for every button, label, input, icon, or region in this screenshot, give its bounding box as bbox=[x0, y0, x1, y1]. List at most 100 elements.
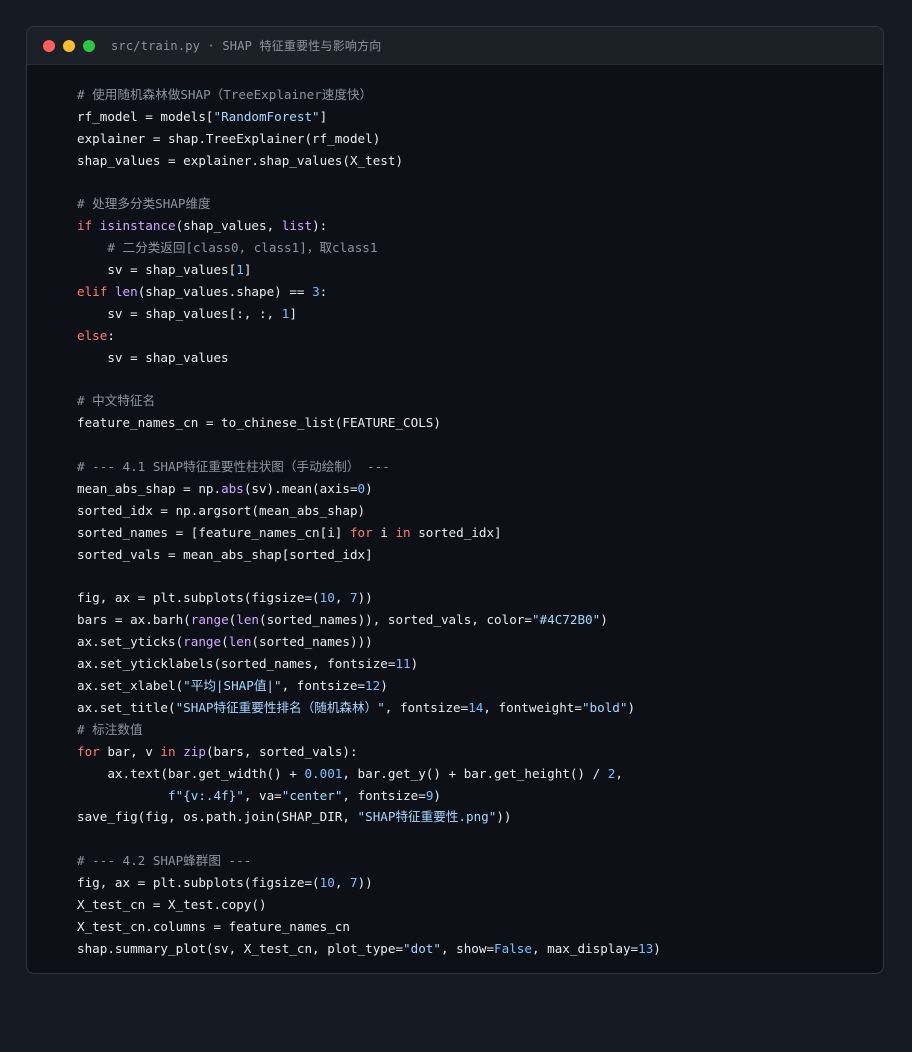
code-line: ax.text(bar.get_width() + 0.001, bar.get… bbox=[77, 763, 661, 785]
code-text: ( bbox=[221, 634, 229, 650]
code-text: bar, v bbox=[99, 743, 161, 759]
code-text: (sv).mean(axis= bbox=[243, 481, 358, 497]
code-text: , max_display= bbox=[531, 940, 639, 956]
code-text: , bbox=[615, 765, 623, 781]
code-text: (bars, sorted_vals): bbox=[205, 743, 358, 759]
code-text: rf_model = models[ bbox=[77, 108, 214, 124]
code-text: (sorted_names)), sorted_vals, color= bbox=[259, 612, 532, 628]
code-text: shap_values = explainer.shap_values(X_te… bbox=[77, 152, 404, 168]
code-text: , fontsize= bbox=[342, 787, 426, 803]
code-builtin: list bbox=[281, 218, 313, 234]
code-number: 14 bbox=[468, 699, 484, 715]
code-text: save_fig(fig, os.path.join(SHAP_DIR, bbox=[77, 809, 358, 825]
code-text: X_test_cn.columns = feature_names_cn bbox=[77, 918, 350, 934]
code-text: , bar.get_y() + bar.get_height() / bbox=[342, 765, 608, 781]
code-number: 7 bbox=[349, 875, 358, 891]
code-text: feature_names_cn = to_chinese_list(FEATU… bbox=[77, 415, 441, 431]
code-number: 1 bbox=[236, 262, 244, 278]
code-builtin: range bbox=[183, 634, 222, 650]
code-line: if isinstance(shap_values, list): bbox=[77, 215, 661, 237]
code-text: X_test_cn = X_test.copy() bbox=[77, 896, 267, 912]
code-window: src/train.py · SHAP 特征重要性与影响方向 # 使用随机森林做… bbox=[26, 26, 884, 974]
code-text: sv = shap_values bbox=[77, 349, 229, 365]
code-text: )) bbox=[357, 875, 373, 891]
code-line: ax.set_title("SHAP特征重要性排名（随机森林）", fontsi… bbox=[77, 697, 661, 719]
minimize-window-button[interactable] bbox=[63, 39, 75, 52]
code-line: X_test_cn.columns = feature_names_cn bbox=[77, 916, 661, 938]
code-number: 13 bbox=[638, 940, 654, 956]
code-text: ) bbox=[410, 656, 419, 672]
code-string: "SHAP特征重要性.png" bbox=[357, 809, 497, 825]
code-number: 7 bbox=[349, 590, 358, 606]
code-text: fig, ax = plt.subplots(figsize=( bbox=[77, 590, 320, 606]
code-text: ) bbox=[653, 940, 661, 956]
code-line: sorted_idx = np.argsort(mean_abs_shap) bbox=[77, 500, 661, 522]
code-line: X_test_cn = X_test.copy() bbox=[77, 894, 661, 916]
code-text: )) bbox=[496, 809, 512, 825]
code-text: mean_abs_shap = np. bbox=[77, 481, 222, 497]
code-keyword: for bbox=[349, 524, 373, 540]
maximize-window-button[interactable] bbox=[83, 39, 95, 52]
code-text: i bbox=[372, 524, 396, 540]
code-text: , fontsize= bbox=[281, 678, 366, 694]
code-line: # 处理多分类SHAP维度 bbox=[77, 193, 661, 215]
code-number: 12 bbox=[365, 678, 381, 694]
code-line: sv = shap_values bbox=[77, 347, 661, 369]
code-builtin: abs bbox=[221, 481, 244, 497]
code-line: # 中文特征名 bbox=[77, 390, 661, 412]
code-string: f"{v:.4f}" bbox=[168, 787, 244, 803]
code-text: ax.set_yticklabels(sorted_names, fontsiz… bbox=[77, 656, 396, 672]
code-text: , bbox=[334, 875, 350, 891]
code-text: , va= bbox=[243, 787, 282, 803]
code-text: ax.text(bar.get_width() + bbox=[77, 765, 305, 781]
code-line: fig, ax = plt.subplots(figsize=(10, 7)) bbox=[77, 587, 661, 609]
window-title: src/train.py · SHAP 特征重要性与影响方向 bbox=[111, 39, 382, 53]
code-text: , show= bbox=[440, 940, 495, 956]
code-line: shap.summary_plot(sv, X_test_cn, plot_ty… bbox=[77, 938, 661, 960]
code-text: sorted_idx] bbox=[410, 524, 502, 540]
code-number: 11 bbox=[395, 656, 411, 672]
code-string: "dot" bbox=[403, 940, 441, 956]
code-text: (sorted_names))) bbox=[251, 634, 373, 650]
code-text: explainer = shap.TreeExplainer(rf_model) bbox=[77, 130, 381, 146]
code-comment: # 二分类返回[class0, class1]，取class1 bbox=[107, 240, 378, 256]
code-line: shap_values = explainer.shap_values(X_te… bbox=[77, 150, 661, 172]
code-comment: # --- 4.2 SHAP蜂群图 --- bbox=[77, 853, 252, 869]
close-window-button[interactable] bbox=[43, 39, 55, 52]
code-text: ) bbox=[627, 699, 636, 715]
code-builtin: range bbox=[190, 612, 229, 628]
code-comment: # 处理多分类SHAP维度 bbox=[77, 196, 211, 212]
code-line: for bar, v in zip(bars, sorted_vals): bbox=[77, 741, 661, 763]
code-comment: # 中文特征名 bbox=[77, 393, 156, 409]
code-comment: # 使用随机森林做SHAP（TreeExplainer速度快） bbox=[77, 87, 373, 102]
code-line: f"{v:.4f}", va="center", fontsize=9) bbox=[77, 785, 661, 807]
code-text: , bbox=[334, 590, 350, 606]
code-line: # --- 4.1 SHAP特征重要性柱状图（手动绘制） --- bbox=[77, 456, 661, 478]
code-text: : bbox=[107, 327, 115, 343]
code-string: "#4C72B0" bbox=[531, 612, 601, 628]
code-line: ax.set_xlabel("平均|SHAP值|", fontsize=12) bbox=[77, 675, 661, 697]
code-number: 3 bbox=[312, 284, 320, 300]
code-line: sv = shap_values[:, :, 1] bbox=[77, 303, 661, 325]
code-text: sorted_idx = np.argsort(mean_abs_shap) bbox=[77, 502, 366, 518]
code-line: ax.set_yticks(range(len(sorted_names))) bbox=[77, 631, 661, 653]
code-number: False bbox=[494, 940, 532, 956]
code-builtin: zip bbox=[183, 743, 206, 759]
code-number: 0 bbox=[357, 481, 366, 497]
code-block[interactable]: # 使用随机森林做SHAP（TreeExplainer速度快） rf_model … bbox=[77, 84, 661, 960]
code-line: # 二分类返回[class0, class1]，取class1 bbox=[77, 237, 661, 259]
code-string: "平均|SHAP值|" bbox=[183, 678, 282, 694]
code-text: ) bbox=[433, 787, 442, 803]
code-line: sorted_vals = mean_abs_shap[sorted_idx] bbox=[77, 544, 661, 566]
code-line: save_fig(fig, os.path.join(SHAP_DIR, "SH… bbox=[77, 806, 661, 828]
code-text: , fontsize= bbox=[384, 699, 469, 715]
code-text: fig, ax = plt.subplots(figsize=( bbox=[77, 875, 320, 891]
code-text: ax.set_title( bbox=[77, 699, 176, 715]
window-titlebar: src/train.py · SHAP 特征重要性与影响方向 bbox=[27, 27, 883, 65]
